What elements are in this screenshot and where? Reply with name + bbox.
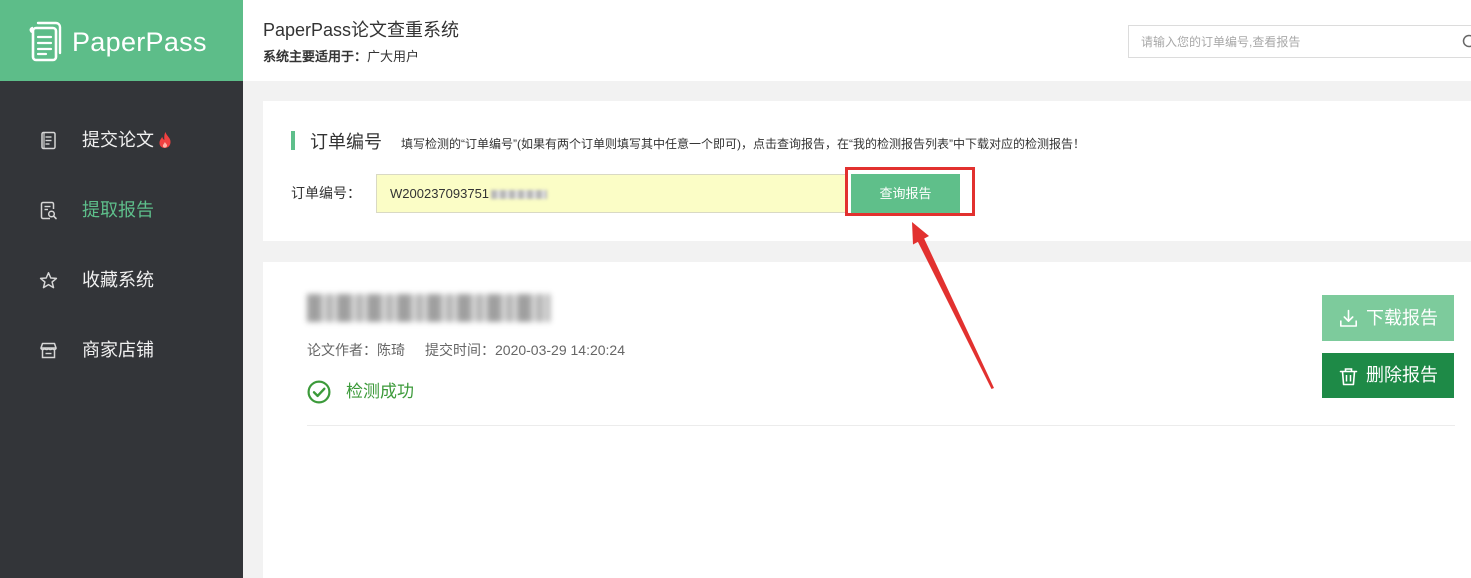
check-circle-icon [307,380,331,404]
query-report-button[interactable]: 查询报告 [851,174,960,213]
search-input[interactable] [1129,26,1449,57]
order-number-redacted [491,190,548,200]
page-title: PaperPass论文查重系统 [263,20,460,40]
report-search-icon [40,201,57,220]
order-number-value: W200237093751 [390,186,490,201]
sidebar-item-label: 提交论文 [82,130,154,150]
search-box [1128,25,1471,58]
sidebar-nav: 提交论文 提取报告 收藏系统 商家店铺 [0,105,243,385]
search-icon[interactable] [1461,34,1471,50]
report-title-redacted [307,294,550,322]
report-card: 论文作者：陈琦 提交时间：2020-03-29 14:20:24 检测成功 下载… [263,262,1471,578]
fire-icon [159,132,171,148]
sidebar-item-favorites[interactable]: 收藏系统 [0,245,243,315]
divider [307,425,1455,426]
download-report-button[interactable]: 下载报告 [1322,295,1454,341]
delete-report-button[interactable]: 删除报告 [1322,353,1454,398]
time-label: 提交时间： [425,342,495,358]
paper-stack-icon [29,21,62,62]
sidebar-item-label: 收藏系统 [82,270,154,290]
subtitle-label: 系统主要适用于： [263,49,368,64]
author-value: 陈琦 [377,342,405,358]
order-field-label: 订单编号： [291,185,361,201]
download-icon [1340,309,1357,327]
section-accent-bar [291,131,295,150]
trash-icon [1339,368,1358,386]
sidebar: PaperPass 提交论文 提取报告 收藏系统 商家店铺 [0,0,243,578]
sidebar-item-label: 商家店铺 [82,340,154,360]
page-subtitle: 系统主要适用于：广大用户 [263,48,419,65]
logo[interactable]: PaperPass [0,0,243,81]
sidebar-item-store[interactable]: 商家店铺 [0,315,243,385]
order-number-input[interactable]: W200237093751 [376,174,848,213]
order-query-card: 订单编号 填写检测的“订单编号”(如果有两个订单则填写其中任意一个即可)，点击查… [263,101,1471,241]
delete-label: 删除报告 [1366,365,1438,385]
subtitle-value: 广大用户 [367,49,420,64]
report-submit-time: 提交时间：2020-03-29 14:20:24 [425,341,625,359]
star-icon [39,272,58,289]
top-header: PaperPass论文查重系统 系统主要适用于：广大用户 [243,0,1471,81]
sidebar-item-label: 提取报告 [82,200,154,220]
time-value: 2020-03-29 14:20:24 [495,342,625,358]
report-author: 论文作者：陈琦 [307,341,405,359]
store-icon [40,342,57,359]
download-label: 下载报告 [1366,308,1438,328]
document-icon [41,131,56,150]
status-badge: 检测成功 [346,382,414,401]
logo-text: PaperPass [72,27,207,57]
section-hint: 填写检测的“订单编号”(如果有两个订单则填写其中任意一个即可)，点击查询报告，在… [401,137,1085,151]
author-label: 论文作者： [307,342,377,358]
section-title: 订单编号 [310,132,382,152]
sidebar-item-get-report[interactable]: 提取报告 [0,175,243,245]
sidebar-item-submit-paper[interactable]: 提交论文 [0,105,243,175]
